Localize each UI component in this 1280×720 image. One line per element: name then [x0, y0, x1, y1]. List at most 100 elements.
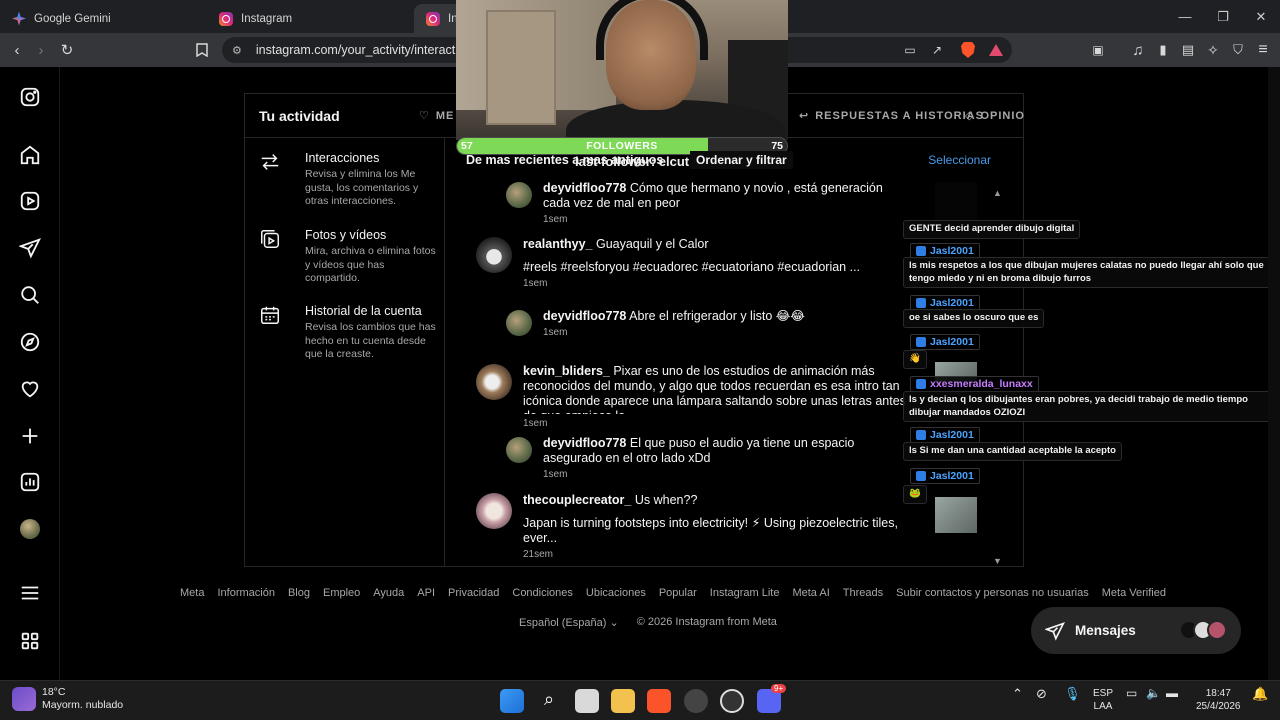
language-select[interactable]: Español (España) ⌄ — [519, 616, 619, 629]
comment-user[interactable]: thecouplecreator_ — [523, 493, 631, 507]
footer-link[interactable]: Meta — [180, 587, 204, 599]
cast-icon[interactable]: ▭ — [898, 38, 922, 62]
footer-link[interactable]: Empleo — [323, 587, 360, 599]
tab-story-replies[interactable]: ↩ RESPUESTAS A HISTORIAS — [799, 109, 984, 123]
site-info-icon[interactable]: ⚙ — [232, 44, 242, 57]
comment-item[interactable]: realanthyy_ Guayaquil y el Calor #reels … — [523, 237, 923, 291]
comment-item[interactable]: deyvidfloo778 Abre el refrigerador y lis… — [543, 309, 913, 340]
footer-link[interactable]: API — [417, 587, 435, 599]
comment-user[interactable]: deyvidfloo778 — [543, 181, 626, 195]
brave-rewards-icon[interactable] — [984, 38, 1008, 62]
footer-link[interactable]: Blog — [288, 587, 310, 599]
scroll-up-icon[interactable]: ▲ — [993, 188, 1002, 198]
avatar[interactable] — [476, 364, 512, 400]
close-window-button[interactable]: ✕ — [1242, 0, 1280, 33]
url-text: instagram.com/your_activity/interaction — [255, 43, 472, 57]
profile-avatar[interactable] — [18, 517, 42, 541]
post-thumbnail[interactable] — [935, 497, 977, 533]
comment-item[interactable]: kevin_bliders_ Pixar es uno de los estud… — [523, 364, 913, 414]
media-player-icon[interactable] — [720, 689, 744, 713]
instagram-logo-icon[interactable] — [18, 85, 42, 109]
footer-link[interactable]: Condiciones — [512, 587, 573, 599]
brave-browser-icon[interactable] — [647, 689, 671, 713]
tray-chevron-icon[interactable]: ⌃ — [1012, 687, 1023, 700]
reels-icon[interactable] — [18, 189, 42, 213]
reader-icon[interactable]: ▣ — [1086, 38, 1110, 62]
footer-link[interactable]: Subir contactos y personas no usuarias — [896, 587, 1089, 599]
home-icon[interactable] — [18, 143, 42, 167]
music-icon[interactable]: ♫ — [1126, 38, 1150, 62]
vpn-icon[interactable]: ⛉ — [1226, 38, 1250, 62]
footer-link[interactable]: Ubicaciones — [586, 587, 646, 599]
comment-user[interactable]: deyvidfloo778 — [543, 436, 626, 450]
also-from-meta-icon[interactable] — [18, 629, 42, 653]
comment-user[interactable]: realanthyy_ — [523, 237, 592, 251]
task-view-icon[interactable] — [575, 689, 599, 713]
reload-icon[interactable]: ↻ — [55, 38, 79, 62]
comment-user[interactable]: kevin_bliders_ — [523, 364, 610, 378]
footer-link[interactable]: Threads — [843, 587, 883, 599]
bookmark-icon[interactable] — [190, 38, 214, 62]
comment-item[interactable]: deyvidfloo778 El que puso el audio ya ti… — [543, 436, 913, 482]
tray-mic-off-icon[interactable]: ⊘ — [1036, 687, 1047, 700]
chat-message: GENTE decid aprender dibujo digital — [903, 220, 1081, 239]
footer-link[interactable]: Meta AI — [792, 587, 829, 599]
post-thumbnail[interactable] — [935, 182, 977, 222]
minimize-button[interactable]: — — [1166, 0, 1204, 33]
footer-link[interactable]: Instagram Lite — [710, 587, 780, 599]
file-explorer-icon[interactable] — [611, 689, 635, 713]
page-scrollbar[interactable] — [1268, 67, 1280, 680]
volume-icon[interactable]: 🔈 — [1146, 687, 1161, 700]
tab-google-gemini[interactable]: Google Gemini — [0, 4, 205, 33]
taskbar-search-icon[interactable]: ⌕ — [537, 689, 561, 713]
battery-icon[interactable]: ▬ — [1166, 687, 1178, 700]
forward-icon[interactable]: › — [29, 38, 53, 62]
avatar[interactable] — [506, 437, 532, 463]
avatar[interactable] — [476, 237, 512, 273]
create-plus-icon[interactable] — [18, 424, 42, 448]
brave-shields-icon[interactable] — [956, 38, 980, 62]
footer-link[interactable]: Meta Verified — [1102, 587, 1166, 599]
clock[interactable]: 18:47 25/4/2026 — [1196, 687, 1241, 713]
messages-button[interactable]: Mensajes — [1031, 607, 1241, 654]
comment-user[interactable]: deyvidfloo778 — [543, 309, 626, 323]
avatar[interactable] — [506, 310, 532, 336]
leo-ai-icon[interactable]: ✧ — [1201, 38, 1225, 62]
notification-icon[interactable]: 🔔 — [1252, 687, 1268, 700]
side-item-desc: Mira, archiva o elimina fotos y vídeos q… — [305, 245, 436, 284]
language-indicator[interactable]: ESP LAA — [1093, 687, 1113, 713]
tray-mic-icon[interactable]: 🎙 — [1064, 687, 1081, 700]
wallet-icon[interactable]: ▤ — [1176, 38, 1200, 62]
sidebar-icon[interactable]: ▮ — [1151, 38, 1175, 62]
back-icon[interactable]: ‹ — [5, 38, 29, 62]
notifications-heart-icon[interactable] — [18, 377, 42, 401]
select-button[interactable]: Seleccionar — [928, 153, 991, 167]
discord-icon[interactable]: 9+ — [757, 684, 787, 713]
comment-item[interactable]: thecouplecreator_ Us when?? Japan is tur… — [523, 493, 923, 562]
tab-instagram[interactable]: Instagram — [207, 4, 412, 33]
footer-link[interactable]: Privacidad — [448, 587, 499, 599]
avatar[interactable] — [476, 493, 512, 529]
footer-link[interactable]: Popular — [659, 587, 697, 599]
messages-icon[interactable] — [18, 236, 42, 260]
share-icon[interactable]: ↗ — [925, 38, 949, 62]
avatar[interactable] — [506, 182, 532, 208]
explore-icon[interactable] — [18, 330, 42, 354]
menu-icon[interactable]: ≡ — [1251, 38, 1275, 62]
maximize-button[interactable]: ❐ — [1204, 0, 1242, 33]
activity-sidebar: Interacciones Revisa y elimina los Me gu… — [245, 138, 445, 566]
footer-link[interactable]: Información — [217, 587, 274, 599]
comment-item[interactable]: deyvidfloo778 Cómo que hermano y novio ,… — [543, 181, 913, 227]
dashboard-icon[interactable] — [18, 470, 42, 494]
tab-reviews[interactable]: ◇ OPINIO — [965, 109, 1025, 123]
windows-start-icon[interactable] — [500, 689, 524, 713]
network-icon[interactable]: ▭ — [1126, 687, 1137, 700]
scroll-down-icon[interactable]: ▼ — [993, 556, 1002, 566]
search-icon[interactable] — [18, 283, 42, 307]
obs-icon[interactable] — [684, 689, 708, 713]
more-menu-icon[interactable] — [18, 581, 42, 605]
sort-filter-button[interactable]: Ordenar y filtrar — [690, 151, 793, 169]
weather-temp: 18°C — [42, 686, 66, 698]
footer-link[interactable]: Ayuda — [373, 587, 404, 599]
weather-widget[interactable]: 18°C Mayorm. nublado — [12, 686, 123, 712]
